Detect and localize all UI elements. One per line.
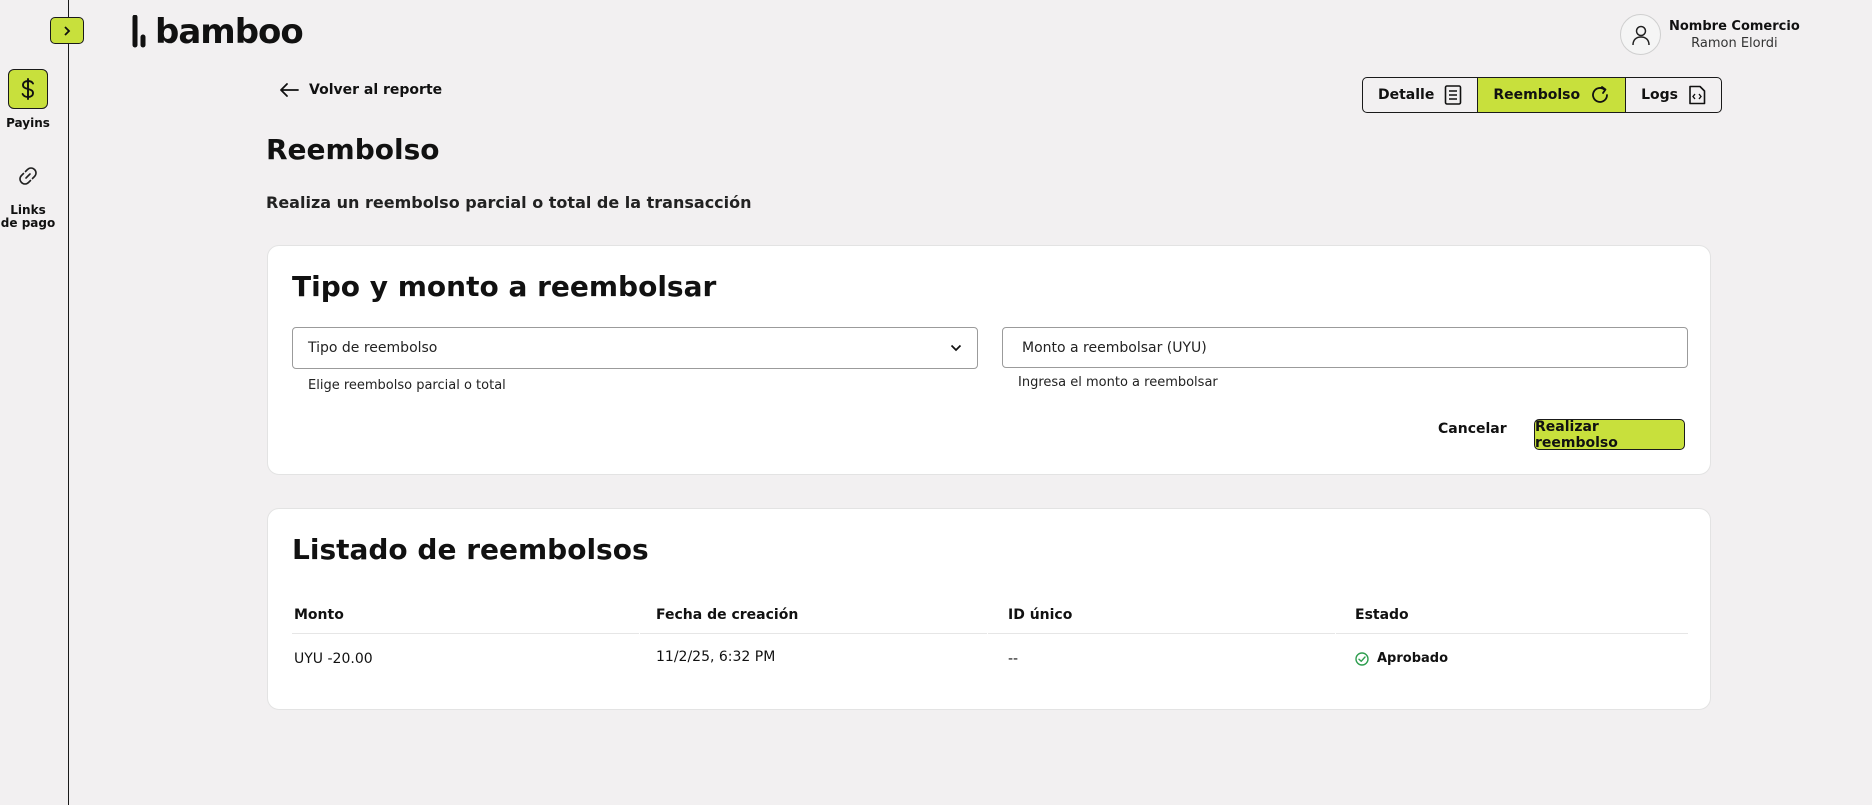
- page-subtitle: Realiza un reembolso parcial o total de …: [266, 193, 752, 212]
- sidebar-item-label: Links de pago: [0, 203, 56, 230]
- user-menu[interactable]: Nombre Comercio Ramon Elordi: [1620, 14, 1800, 55]
- code-file-icon: [1689, 85, 1706, 105]
- header-divider: [988, 633, 1335, 634]
- dollar-icon: [8, 69, 48, 109]
- tab-reembolso[interactable]: Reembolso: [1478, 78, 1627, 112]
- check-circle-icon: [1355, 651, 1369, 666]
- arrow-left-icon: [280, 83, 299, 97]
- refund-list-card: Listado de reembolsos Monto Fecha de cre…: [267, 508, 1711, 710]
- link-icon: [8, 156, 48, 196]
- document-icon: [1445, 85, 1462, 105]
- column-header-monto: Monto: [294, 607, 344, 623]
- sidebar-item-payins[interactable]: Payins: [0, 69, 56, 130]
- user-icon: [1631, 25, 1650, 45]
- sidebar-expand-button[interactable]: [50, 17, 84, 44]
- tab-logs[interactable]: Logs: [1626, 78, 1721, 112]
- user-name: Nombre Comercio: [1669, 18, 1800, 34]
- status-badge: Aprobado: [1355, 651, 1448, 666]
- brand-logo[interactable]: bamboo: [131, 12, 304, 52]
- cancel-button[interactable]: Cancelar: [1438, 421, 1507, 437]
- refund-id-cell: --: [1008, 651, 1019, 667]
- submit-refund-button[interactable]: Realizar reembolso: [1534, 419, 1685, 451]
- header-divider: [640, 633, 987, 634]
- sidebar: Payins Links de pago: [0, 0, 84, 805]
- status-label: Aprobado: [1377, 651, 1449, 666]
- brand-name: bamboo: [155, 12, 304, 52]
- sidebar-item-links-de-pago[interactable]: Links de pago: [0, 156, 56, 230]
- refund-amount-helper: Ingresa el monto a reembolsar: [1018, 375, 1218, 390]
- refund-date-cell: 11/2/25, 6:32 PM: [656, 649, 776, 665]
- refund-amount-cell: UYU -20.00: [294, 651, 373, 667]
- column-header-id: ID único: [1008, 607, 1073, 623]
- view-tabs: Detalle Reembolso Logs: [1362, 77, 1723, 113]
- refresh-icon: [1592, 86, 1609, 103]
- sidebar-item-label: Payins: [6, 116, 50, 130]
- bamboo-logo-icon: [132, 15, 146, 48]
- chevron-right-icon: [64, 25, 71, 36]
- tab-label: Detalle: [1378, 87, 1435, 103]
- tab-label: Logs: [1641, 87, 1679, 103]
- refund-type-value: Tipo de reembolso: [308, 340, 438, 356]
- back-link[interactable]: Volver al reporte: [279, 82, 442, 98]
- back-link-label: Volver al reporte: [309, 82, 443, 98]
- header-divider: [1336, 633, 1688, 634]
- refund-type-helper: Elige reembolso parcial o total: [308, 378, 506, 393]
- refund-amount-placeholder: Monto a reembolsar (UYU): [1022, 339, 1207, 356]
- tab-label: Reembolso: [1493, 87, 1581, 103]
- avatar: [1620, 14, 1661, 55]
- refund-form-card: Tipo y monto a reembolsar Tipo de reembo…: [267, 245, 1711, 475]
- refund-form-title: Tipo y monto a reembolsar: [292, 270, 717, 303]
- user-subtitle: Ramon Elordi: [1691, 35, 1778, 51]
- tab-detalle[interactable]: Detalle: [1363, 78, 1479, 112]
- chevron-down-icon: [950, 344, 962, 352]
- page-title: Reembolso: [266, 133, 440, 166]
- column-header-estado: Estado: [1355, 607, 1409, 623]
- refund-type-select[interactable]: Tipo de reembolso: [292, 327, 978, 369]
- header-divider: [292, 633, 639, 634]
- column-header-fecha: Fecha de creación: [656, 607, 799, 623]
- refund-list-title: Listado de reembolsos: [292, 533, 649, 566]
- refund-amount-input[interactable]: Monto a reembolsar (UYU): [1002, 327, 1688, 368]
